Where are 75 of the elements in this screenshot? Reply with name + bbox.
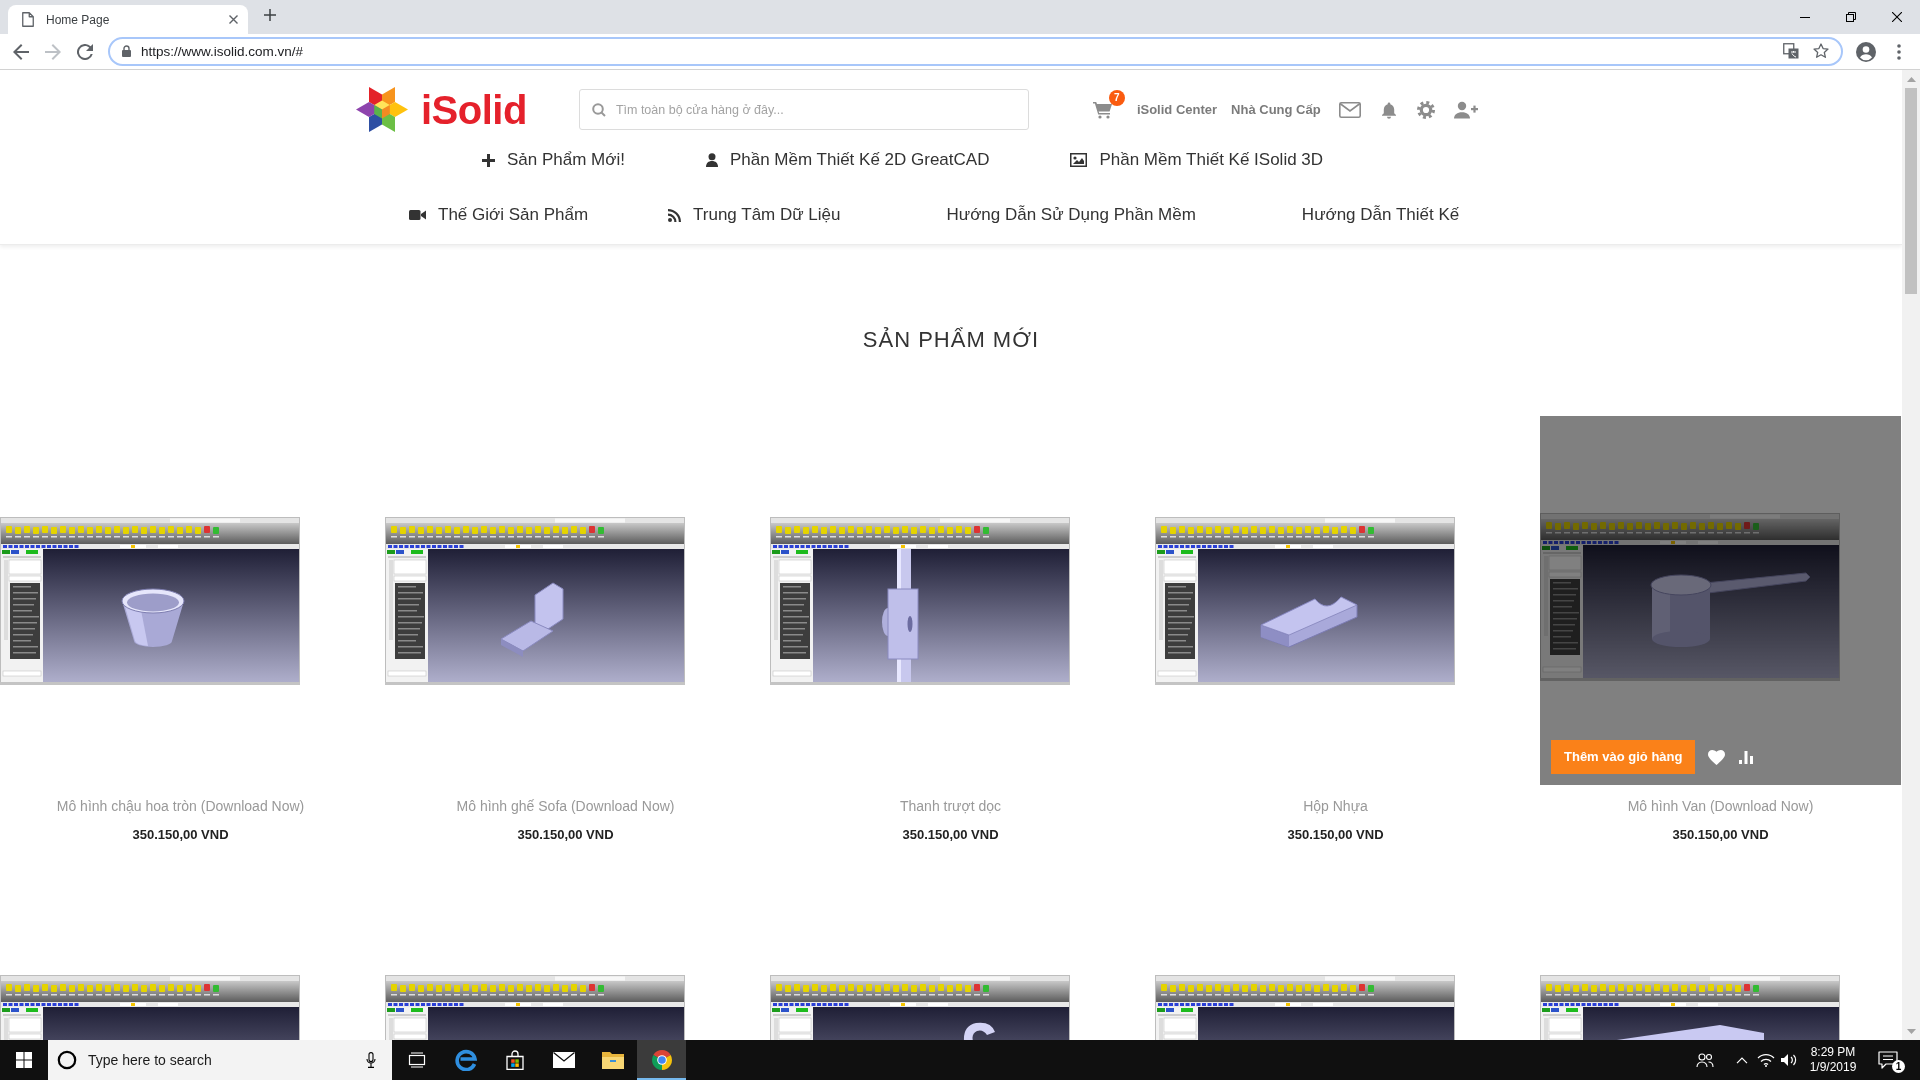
cart-count-badge: 7 bbox=[1108, 89, 1125, 106]
settings-icon[interactable] bbox=[1416, 100, 1435, 119]
scrollbar-thumb[interactable] bbox=[1905, 88, 1917, 294]
close-icon[interactable] bbox=[229, 15, 238, 24]
product-price: 350.150,00 VND bbox=[516, 826, 615, 844]
ring-icon bbox=[57, 1050, 77, 1070]
section-title: SẢN PHẨM MỚI bbox=[861, 326, 1041, 354]
windows-logo-icon bbox=[16, 1052, 32, 1068]
microphone-icon[interactable] bbox=[366, 1052, 376, 1068]
nav-link[interactable]: Sản Phẩm Mới! bbox=[482, 148, 625, 172]
heart-icon[interactable] bbox=[1708, 749, 1726, 765]
browser-logo-icon[interactable] bbox=[650, 1049, 673, 1071]
nav-link[interactable]: Hướng Dẫn Sử Dụng Phần Mềm bbox=[946, 203, 1196, 227]
bell-icon[interactable] bbox=[1379, 100, 1398, 119]
image-icon bbox=[1070, 153, 1088, 167]
plus-icon[interactable] bbox=[264, 8, 276, 21]
cad-screenshot-drawing[interactable] bbox=[770, 516, 1070, 685]
rss-icon bbox=[668, 208, 682, 222]
search-icon bbox=[591, 103, 606, 117]
people-icon[interactable] bbox=[1696, 1052, 1714, 1068]
clock-date: 1/9/2019 bbox=[1809, 1060, 1857, 1075]
folder-icon[interactable] bbox=[601, 1051, 624, 1069]
product-price: 350.150,00 VND bbox=[131, 826, 230, 844]
nav-link[interactable]: Thế Giới Sản Phẩm bbox=[409, 203, 589, 227]
product-price: 350.150,00 VND bbox=[901, 826, 1000, 844]
browser-tab[interactable]: Home Page bbox=[8, 5, 248, 34]
chevron-up-icon[interactable] bbox=[1736, 1056, 1748, 1064]
e-logo-icon[interactable] bbox=[454, 1049, 477, 1071]
shopping-bag-icon[interactable] bbox=[504, 1050, 525, 1070]
envelope-icon[interactable] bbox=[552, 1052, 575, 1068]
menu-icon[interactable] bbox=[1897, 43, 1901, 60]
scrollbar[interactable] bbox=[1902, 70, 1920, 1040]
taskbar-search-field[interactable]: Type here to search bbox=[48, 1040, 392, 1080]
product-price: 350.150,00 VND bbox=[1671, 826, 1770, 844]
cad-screenshot-drawing[interactable] bbox=[0, 516, 300, 685]
close-icon[interactable] bbox=[1892, 12, 1902, 22]
cad-screenshot-drawing[interactable] bbox=[770, 975, 1070, 1040]
bar-chart-icon[interactable] bbox=[1739, 750, 1755, 764]
page-icon bbox=[22, 12, 34, 27]
video-camera-icon bbox=[409, 209, 426, 221]
lock-icon bbox=[122, 45, 131, 57]
header-link[interactable]: iSolid Center bbox=[1136, 99, 1218, 120]
user-icon bbox=[705, 153, 718, 167]
back-arrow-icon[interactable] bbox=[13, 43, 29, 60]
cad-screenshot-drawing[interactable] bbox=[1540, 975, 1840, 1040]
network-icon[interactable] bbox=[1757, 1053, 1775, 1067]
cart-icon[interactable] bbox=[1092, 100, 1113, 119]
star-icon[interactable] bbox=[1813, 43, 1829, 59]
nav-link[interactable]: Phần Mềm Thiết Kế 2D GreatCAD bbox=[705, 148, 990, 172]
translate-icon[interactable] bbox=[1783, 43, 1799, 59]
nav-link[interactable]: Hướng Dẫn Thiết Kế bbox=[1301, 203, 1460, 227]
cad-screenshot-drawing[interactable] bbox=[385, 516, 685, 685]
search-field[interactable]: Tìm toàn bộ cửa hàng ở đây... bbox=[578, 89, 1029, 130]
cad-screenshot-drawing[interactable] bbox=[385, 975, 685, 1040]
cad-screenshot-drawing[interactable] bbox=[0, 975, 300, 1040]
taskbar-button[interactable] bbox=[637, 1040, 686, 1080]
cad-screenshot-drawing[interactable] bbox=[1155, 516, 1455, 685]
task-view-icon[interactable] bbox=[407, 1052, 426, 1068]
notification-icon[interactable] bbox=[1878, 1051, 1898, 1069]
nav-link[interactable]: Phần Mềm Thiết Kế ISolid 3D bbox=[1070, 148, 1324, 172]
volume-icon[interactable] bbox=[1780, 1053, 1798, 1067]
cad-screenshot-drawing[interactable] bbox=[1155, 975, 1455, 1040]
product-price: 350.150,00 VND bbox=[1286, 826, 1385, 844]
plus-icon bbox=[482, 153, 495, 167]
notification-badge: 1 bbox=[1892, 1060, 1905, 1073]
account-icon[interactable] bbox=[1856, 41, 1876, 62]
header-link[interactable]: Nhà Cung Cấp bbox=[1231, 99, 1321, 120]
clock-time: 8:29 PM bbox=[1810, 1045, 1856, 1060]
reload-icon[interactable] bbox=[77, 43, 93, 60]
nav-link[interactable]: Trung Tâm Dữ Liệu bbox=[668, 203, 841, 227]
restore-icon[interactable] bbox=[1846, 12, 1856, 22]
logo-text[interactable]: iSolid bbox=[421, 89, 527, 130]
address-bar[interactable]: https://www.isolid.com.vn/# bbox=[108, 37, 1843, 66]
minimize-icon[interactable] bbox=[1800, 16, 1810, 18]
add-user-icon[interactable] bbox=[1453, 100, 1478, 119]
